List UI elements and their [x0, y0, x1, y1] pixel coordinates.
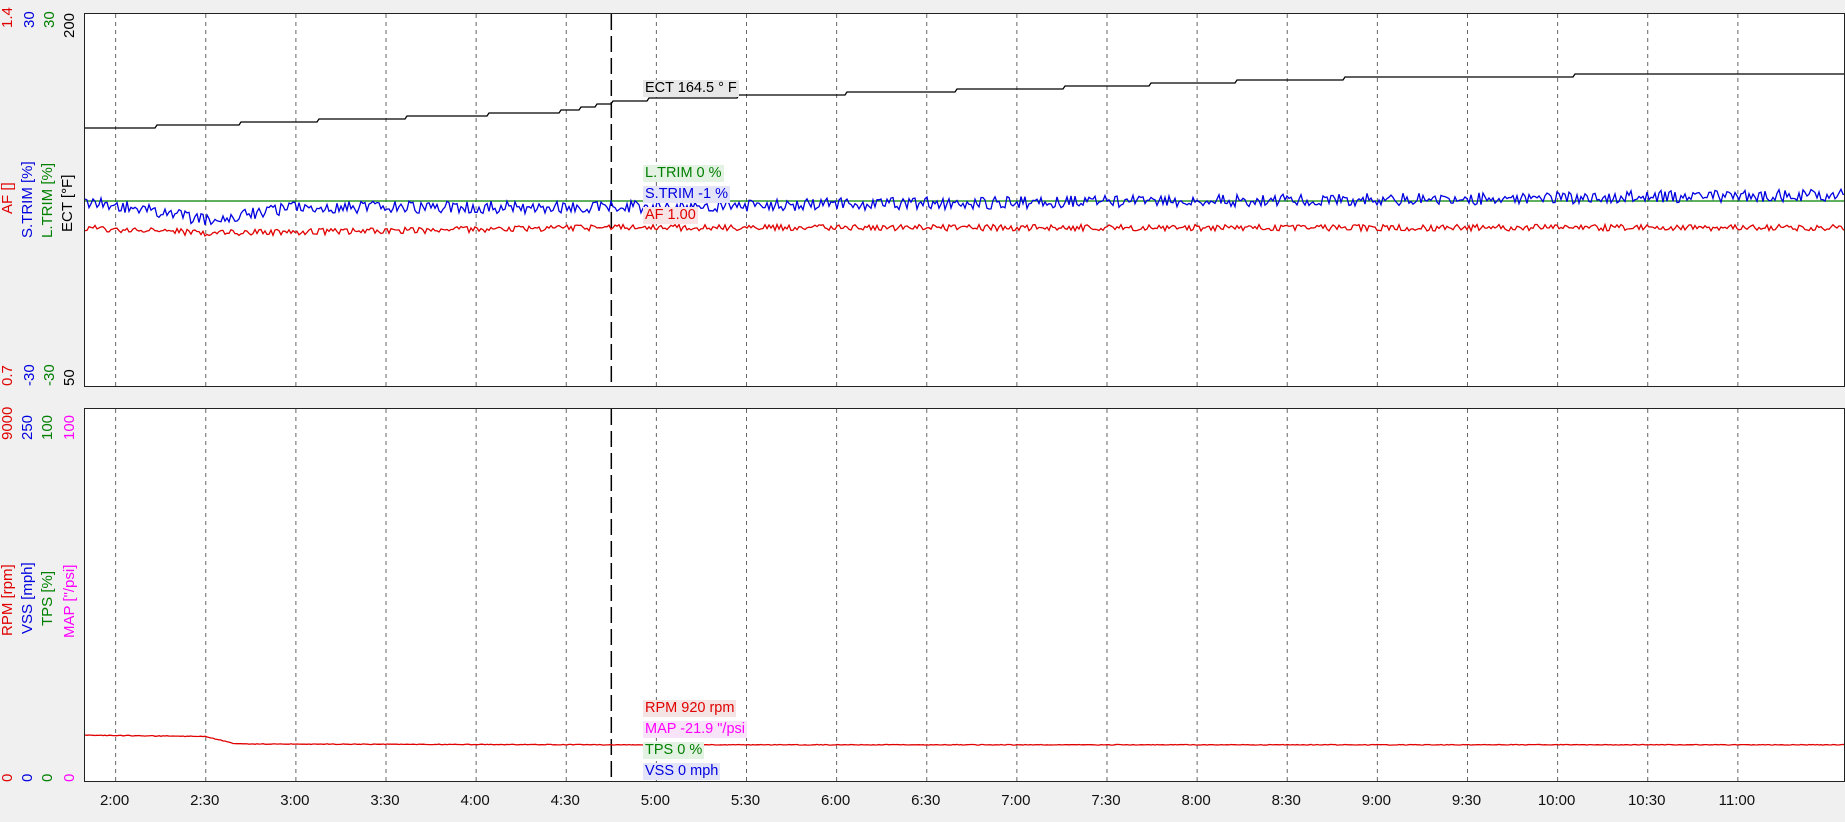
- cursor-tps-readout: TPS 0 %: [643, 742, 704, 759]
- map-axis-label: MAP ["/psi]: [62, 565, 78, 638]
- time-tick-label: 8:00: [1182, 792, 1211, 809]
- strim-axis-label: S.TRIM [%]: [20, 161, 36, 238]
- vss-min-label: 0: [20, 774, 36, 782]
- time-tick-label: 7:00: [1001, 792, 1030, 809]
- map-max-label: 100: [62, 415, 78, 440]
- time-tick-label: 2:00: [100, 792, 129, 809]
- time-tick-label: 4:30: [551, 792, 580, 809]
- cursor-rpm-readout: RPM 920 rpm: [643, 700, 736, 717]
- bottom-chart-panel[interactable]: RPM 920 rpm MAP -21.9 "/psi TPS 0 % VSS …: [84, 408, 1845, 782]
- tps-min-label: 0: [40, 774, 56, 782]
- time-tick-label: 9:00: [1362, 792, 1391, 809]
- time-tick-label: 10:00: [1538, 792, 1576, 809]
- af-min-label: 0.7: [0, 365, 16, 386]
- af-series-line: [85, 225, 1845, 237]
- ltrim-axis-label: L.TRIM [%]: [40, 163, 56, 238]
- tps-axis-label: TPS [%]: [40, 571, 56, 626]
- vss-axis-label: VSS [mph]: [20, 562, 36, 634]
- rpm-min-label: 0: [0, 774, 16, 782]
- map-min-label: 0: [62, 774, 78, 782]
- time-tick-label: 6:30: [911, 792, 940, 809]
- rpm-axis-label: RPM [rpm]: [0, 564, 16, 636]
- time-tick-label: 5:00: [641, 792, 670, 809]
- time-tick-label: 2:30: [190, 792, 219, 809]
- cursor-map-readout: MAP -21.9 "/psi: [643, 721, 747, 738]
- time-tick-label: 11:00: [1719, 792, 1755, 809]
- ect-axis-label: ECT [°F]: [60, 175, 76, 232]
- rpm-series-line: [85, 735, 1845, 745]
- ect-series-line: [85, 74, 1845, 128]
- time-tick-label: 4:00: [461, 792, 490, 809]
- rpm-max-label: 9000: [0, 407, 16, 440]
- cursor-af-readout: AF 1.00: [643, 207, 698, 224]
- strim-min-label: -30: [22, 364, 38, 386]
- time-tick-label: 5:30: [731, 792, 760, 809]
- strim-series-line: [85, 189, 1845, 225]
- cursor-vss-readout: VSS 0 mph: [643, 763, 720, 780]
- bottom-chart-plot[interactable]: [85, 409, 1845, 782]
- cursor-ect-readout: ECT 164.5 ° F: [643, 80, 739, 97]
- tps-max-label: 100: [40, 415, 56, 440]
- af-max-label: 1.4: [0, 7, 16, 28]
- top-chart-panel[interactable]: ECT 164.5 ° F L.TRIM 0 % S.TRIM -1 % AF …: [84, 13, 1845, 387]
- vss-max-label: 250: [20, 415, 36, 440]
- ect-min-label: 50: [62, 369, 78, 386]
- time-tick-label: 8:30: [1272, 792, 1301, 809]
- ltrim-max-label: 30: [42, 11, 58, 28]
- ect-max-label: 200: [62, 13, 78, 38]
- strim-max-label: 30: [22, 11, 38, 28]
- time-tick-label: 3:00: [280, 792, 309, 809]
- time-tick-label: 10:30: [1628, 792, 1666, 809]
- top-chart-plot[interactable]: [85, 14, 1845, 387]
- ltrim-min-label: -30: [42, 364, 58, 386]
- af-axis-label: AF []: [0, 182, 16, 214]
- time-tick-label: 9:30: [1452, 792, 1481, 809]
- time-tick-label: 6:00: [821, 792, 850, 809]
- time-tick-label: 3:30: [370, 792, 399, 809]
- cursor-strim-readout: S.TRIM -1 %: [643, 186, 730, 203]
- cursor-ltrim-readout: L.TRIM 0 %: [643, 165, 724, 182]
- time-tick-label: 7:30: [1091, 792, 1120, 809]
